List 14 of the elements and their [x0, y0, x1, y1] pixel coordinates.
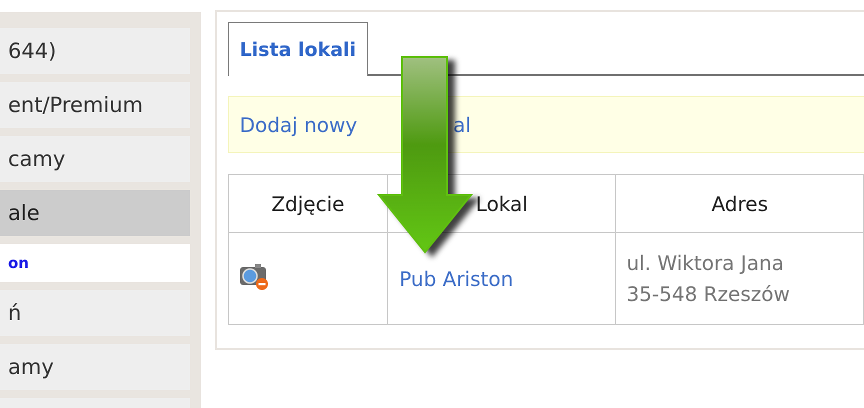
tab[interactable]: Lista lokali: [228, 22, 368, 76]
sidebar-item[interactable]: ń: [0, 290, 190, 336]
venue-link[interactable]: Pub Ariston: [389, 266, 514, 290]
address-cell: ul. Wiktora Jana 35-548 Rzeszów: [616, 232, 864, 324]
sidebar-item[interactable]: ent/Premium: [0, 82, 190, 128]
sidebar-link[interactable]: on: [0, 244, 190, 282]
sidebar-item[interactable]: amy: [0, 344, 190, 390]
sidebar-item[interactable]: camy: [0, 136, 190, 182]
sidebar-item[interactable]: 644): [0, 28, 190, 74]
sidebar-item[interactable]: ale: [0, 190, 190, 236]
camera-icon: [238, 261, 269, 291]
column-header: Adres: [616, 174, 864, 232]
add-link[interactable]: Dodaj nowy: [240, 112, 358, 136]
column-header: Zdjęcie: [228, 174, 388, 232]
